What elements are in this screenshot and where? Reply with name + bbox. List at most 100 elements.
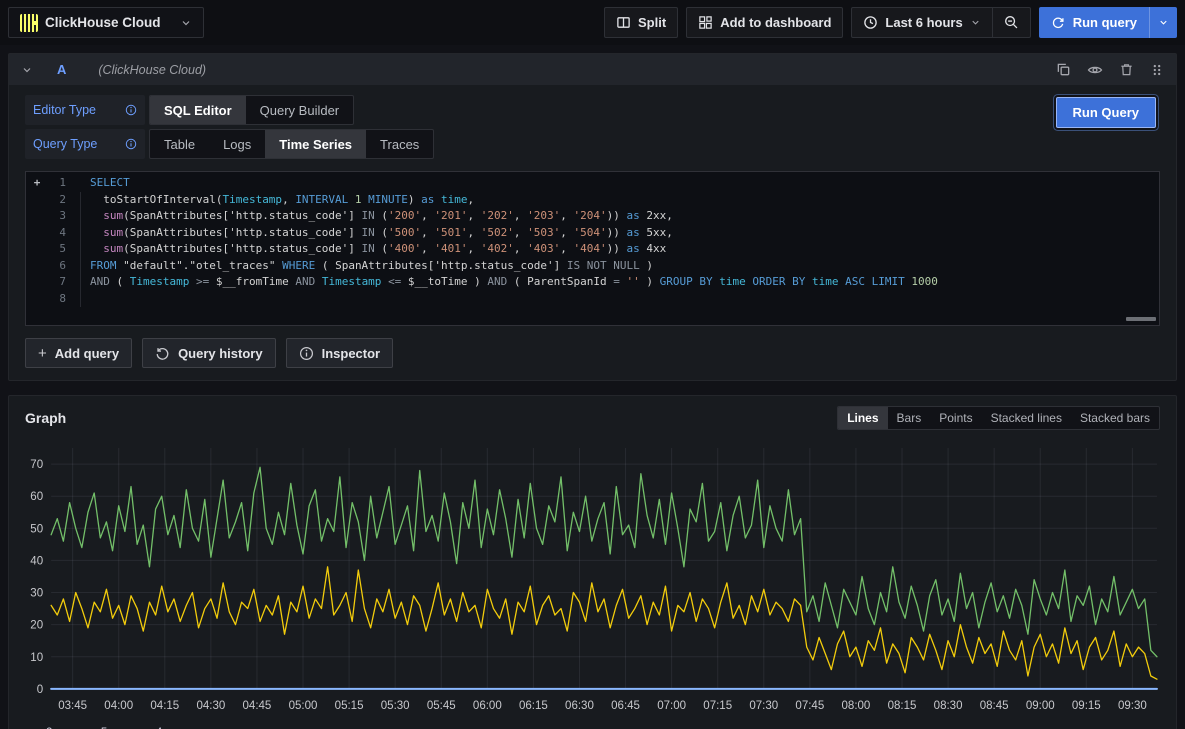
- code-line-text: toStartOfInterval(Timestamp, INTERVAL 1 …: [80, 192, 474, 209]
- remove-query-trash-icon[interactable]: [1119, 62, 1134, 77]
- query-type-label-text: Query Type: [33, 137, 97, 151]
- line-number: 1: [48, 175, 80, 192]
- code-line-text: SELECT: [80, 175, 130, 192]
- x-axis-tick-label: 07:45: [795, 700, 824, 712]
- x-axis-tick-label: 07:00: [657, 700, 686, 712]
- code-line: 4 sum(SpanAttributes['http.status_code']…: [26, 225, 1159, 242]
- editor-type-option-query-builder[interactable]: Query Builder: [246, 96, 353, 124]
- clickhouse-logo-icon: [20, 14, 38, 32]
- query-footer-buttons: + Add query Query history Inspector: [25, 338, 1160, 368]
- editor-type-option-sql-editor[interactable]: SQL Editor: [150, 96, 246, 124]
- x-axis-tick-label: 04:15: [150, 700, 179, 712]
- inspector-button[interactable]: Inspector: [286, 338, 394, 368]
- datasource-picker-label: ClickHouse Cloud: [45, 15, 173, 30]
- x-axis-tick-label: 05:00: [289, 700, 318, 712]
- query-editor-body: Editor Type SQL Editor Query Builder Que…: [9, 85, 1176, 380]
- y-axis-tick-label: 10: [30, 652, 43, 664]
- y-axis-tick-label: 0: [37, 684, 43, 696]
- time-range-picker[interactable]: Last 6 hours: [852, 8, 991, 37]
- time-range-group: Last 6 hours: [851, 7, 1030, 38]
- graph-style-stacked-lines[interactable]: Stacked lines: [982, 407, 1071, 429]
- code-gutter: 5: [26, 241, 80, 258]
- split-button-label: Split: [638, 15, 666, 30]
- collapse-chevron-icon[interactable]: [21, 64, 33, 76]
- x-axis-tick-label: 05:30: [381, 700, 410, 712]
- run-query-button[interactable]: Run query: [1039, 7, 1149, 38]
- code-gutter: 4: [26, 225, 80, 242]
- sync-icon: [1051, 16, 1065, 30]
- run-query-dropdown-toggle[interactable]: [1149, 7, 1177, 38]
- add-to-dashboard-button[interactable]: Add to dashboard: [686, 7, 843, 38]
- x-axis-tick-label: 08:15: [888, 700, 917, 712]
- query-history-label: Query history: [178, 346, 263, 361]
- x-axis-tick-label: 03:45: [58, 700, 87, 712]
- code-line: 8: [26, 291, 1159, 308]
- duplicate-query-icon[interactable]: [1056, 62, 1071, 77]
- editor-type-label-text: Editor Type: [33, 103, 96, 117]
- drag-handle-grip-icon[interactable]: [1150, 63, 1164, 77]
- x-axis-tick-label: 06:45: [611, 700, 640, 712]
- add-line-icon[interactable]: +: [26, 175, 48, 192]
- x-axis-tick-label: 06:15: [519, 700, 548, 712]
- code-line-text: sum(SpanAttributes['http.status_code'] I…: [80, 225, 673, 242]
- query-editor-panel: A (ClickHouse Cloud) Editor Type SQL Edi…: [8, 53, 1177, 381]
- chart-legend: 2xx5xx4xx: [9, 721, 1176, 729]
- code-gutter: 8: [26, 291, 80, 308]
- time-series-chart[interactable]: 01020304050607003:4504:0004:1504:3004:45…: [9, 436, 1176, 721]
- chevron-down-icon: [180, 17, 192, 29]
- run-query-split-button: Run query: [1039, 7, 1177, 38]
- query-history-button[interactable]: Query history: [142, 338, 276, 368]
- query-type-option-traces[interactable]: Traces: [366, 130, 433, 158]
- x-axis-tick-label: 09:15: [1072, 700, 1101, 712]
- graph-style-lines[interactable]: Lines: [838, 407, 887, 429]
- graph-style-bars[interactable]: Bars: [888, 407, 931, 429]
- x-axis-tick-label: 05:45: [427, 700, 456, 712]
- zoom-out-icon: [1004, 15, 1019, 30]
- code-line-text: [80, 291, 97, 308]
- sql-code-editor[interactable]: +1SELECT2 toStartOfInterval(Timestamp, I…: [25, 171, 1160, 326]
- info-icon[interactable]: [125, 104, 137, 116]
- line-number: 6: [48, 258, 80, 275]
- graph-style-stacked-bars[interactable]: Stacked bars: [1071, 407, 1159, 429]
- history-icon: [155, 346, 170, 361]
- editor-horizontal-scrollbar[interactable]: [1126, 317, 1156, 321]
- query-row-actions: [1056, 62, 1164, 78]
- x-axis-tick-label: 04:30: [196, 700, 225, 712]
- code-line-text: FROM "default"."otel_traces" WHERE ( Spa…: [80, 258, 653, 275]
- zoom-out-button[interactable]: [992, 8, 1030, 37]
- x-axis-tick-label: 08:00: [842, 700, 871, 712]
- code-line-text: AND ( Timestamp >= $__fromTime AND Times…: [80, 274, 938, 291]
- code-line-text: sum(SpanAttributes['http.status_code'] I…: [80, 241, 666, 258]
- y-axis-tick-label: 20: [30, 620, 43, 632]
- code-gutter: +1: [26, 175, 80, 192]
- query-type-option-logs[interactable]: Logs: [209, 130, 265, 158]
- query-row-header[interactable]: A (ClickHouse Cloud): [9, 54, 1176, 85]
- code-line: 6FROM "default"."otel_traces" WHERE ( Sp…: [26, 258, 1159, 275]
- chevron-down-icon: [1158, 17, 1169, 28]
- query-ref-id: A: [57, 62, 66, 77]
- code-gutter: 6: [26, 258, 80, 275]
- query-type-option-table[interactable]: Table: [150, 130, 209, 158]
- graph-style-points[interactable]: Points: [930, 407, 981, 429]
- x-axis-tick-label: 08:30: [934, 700, 963, 712]
- y-axis-tick-label: 30: [30, 588, 43, 600]
- info-icon[interactable]: [125, 138, 137, 150]
- chevron-down-icon: [970, 17, 981, 28]
- editor-type-row: Editor Type SQL Editor Query Builder: [25, 95, 434, 125]
- line-number: 8: [48, 291, 80, 308]
- split-button[interactable]: Split: [604, 7, 678, 38]
- query-type-label: Query Type: [25, 129, 145, 159]
- datasource-picker[interactable]: ClickHouse Cloud: [8, 7, 204, 38]
- query-type-option-time-series[interactable]: Time Series: [265, 130, 366, 158]
- chart-plot-area[interactable]: 01020304050607003:4504:0004:1504:3004:45…: [15, 440, 1164, 721]
- plus-icon: +: [38, 345, 47, 362]
- add-query-button[interactable]: + Add query: [25, 338, 132, 368]
- code-line: 2 toStartOfInterval(Timestamp, INTERVAL …: [26, 192, 1159, 209]
- x-axis-tick-label: 06:00: [473, 700, 502, 712]
- graph-header: Graph Lines Bars Points Stacked lines St…: [9, 406, 1176, 436]
- code-line: 5 sum(SpanAttributes['http.status_code']…: [26, 241, 1159, 258]
- code-line: +1SELECT: [26, 175, 1159, 192]
- hide-response-eye-icon[interactable]: [1087, 62, 1103, 78]
- run-query-panel-button[interactable]: Run Query: [1056, 97, 1156, 128]
- code-gutter: 2: [26, 192, 80, 209]
